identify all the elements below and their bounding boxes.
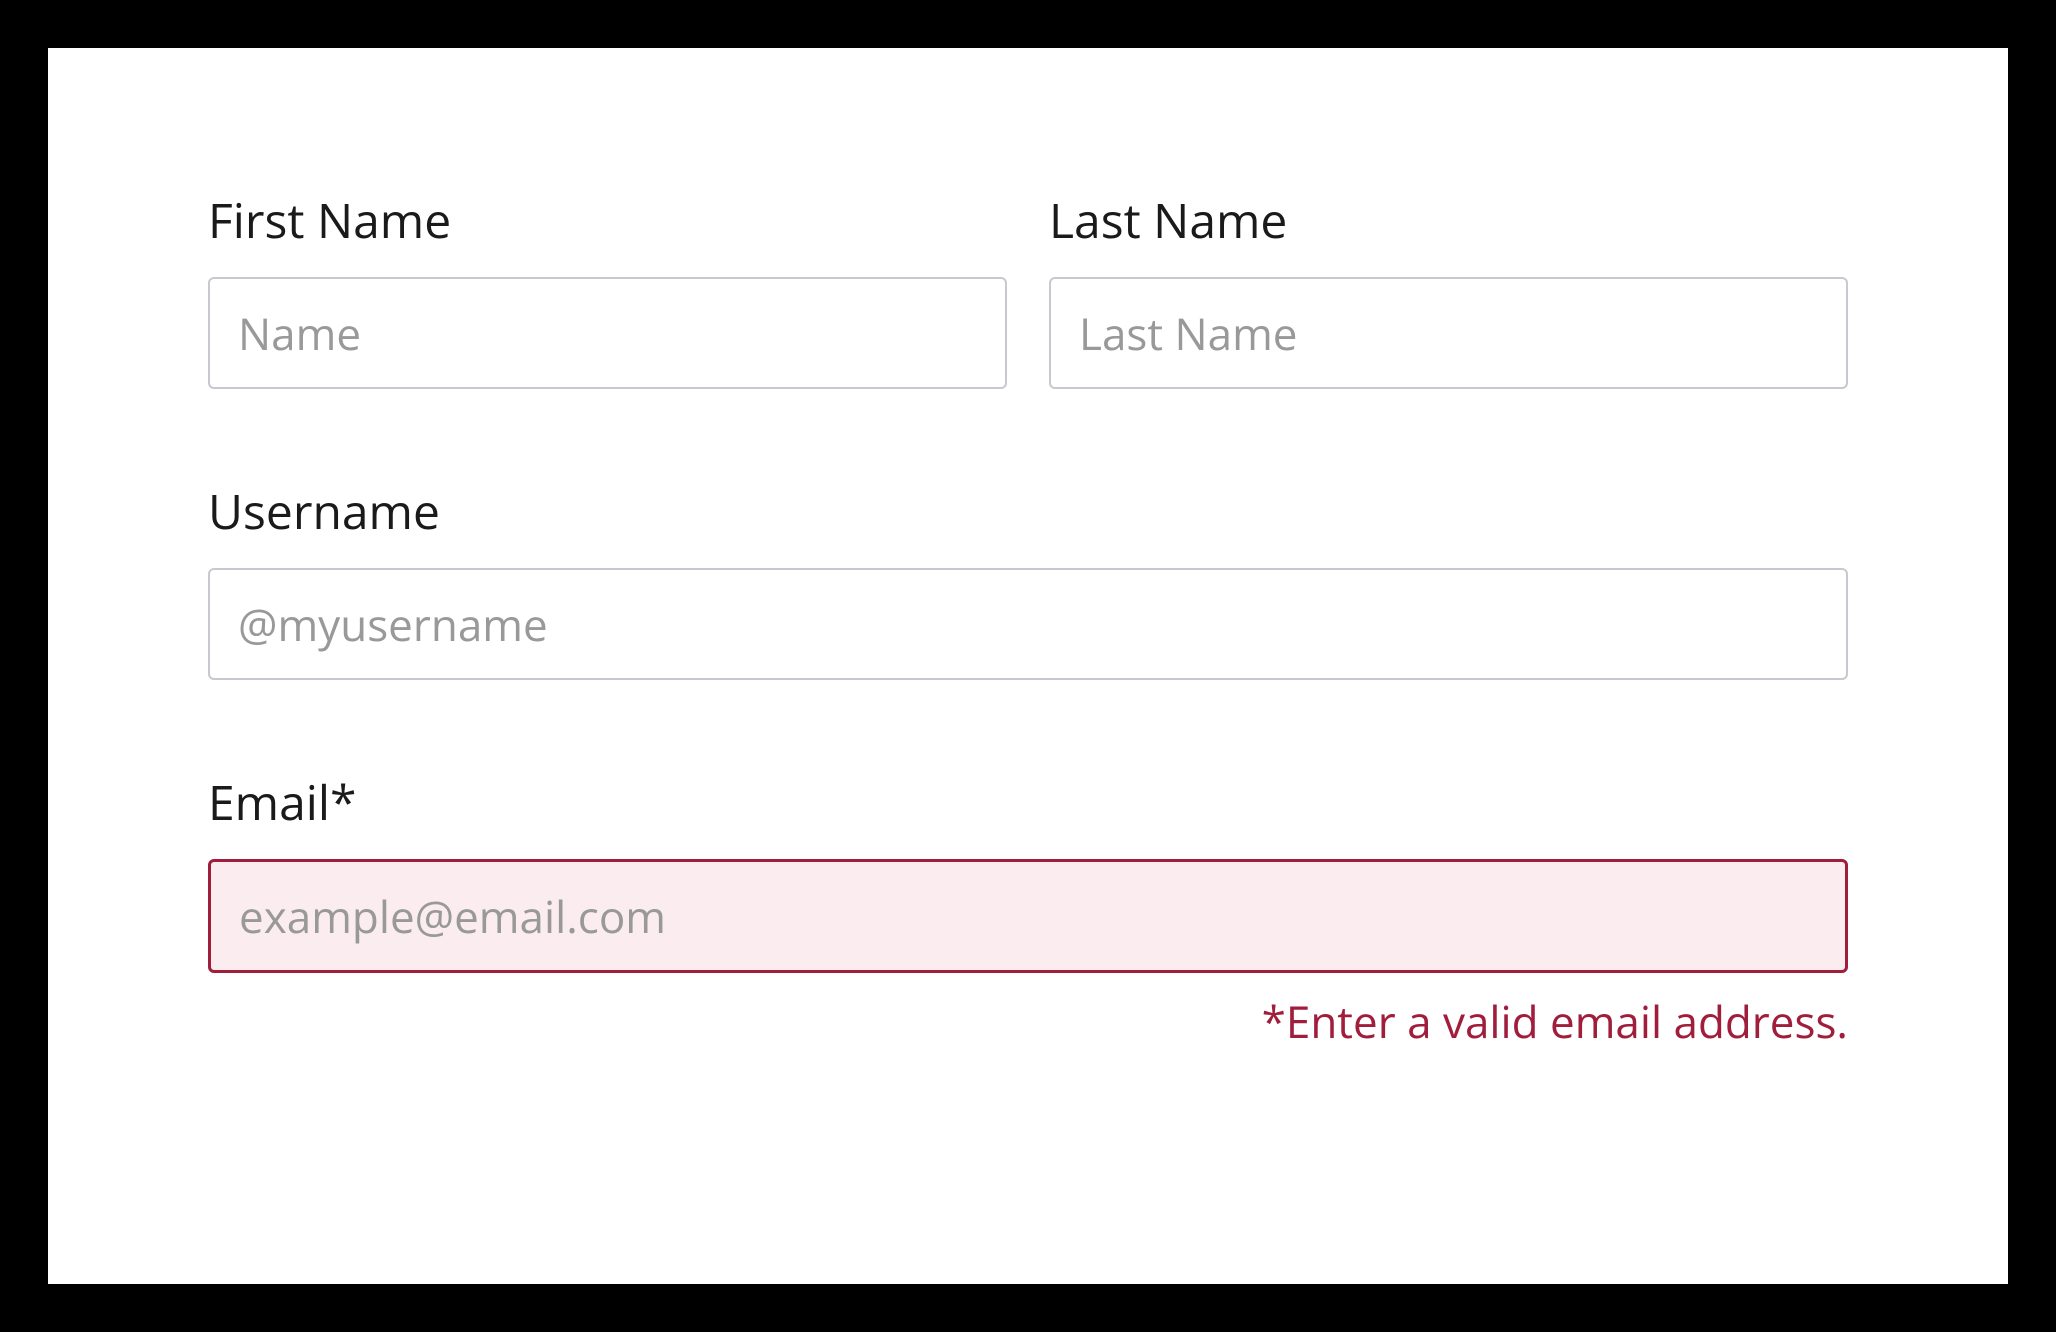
email-input[interactable] xyxy=(208,859,1848,973)
last-name-input[interactable] xyxy=(1049,277,1848,389)
username-row: Username xyxy=(208,479,1848,680)
form-container: First Name Last Name Username Email* *En… xyxy=(48,48,2008,1284)
email-row: Email* *Enter a valid email address. xyxy=(208,770,1848,1051)
last-name-label: Last Name xyxy=(1049,188,1848,253)
last-name-group: Last Name xyxy=(1049,188,1848,389)
first-name-input[interactable] xyxy=(208,277,1007,389)
first-name-group: First Name xyxy=(208,188,1007,389)
email-error-message: *Enter a valid email address. xyxy=(208,991,1848,1051)
email-label: Email* xyxy=(208,770,1848,835)
username-input[interactable] xyxy=(208,568,1848,680)
email-group: Email* *Enter a valid email address. xyxy=(208,770,1848,1051)
first-name-label: First Name xyxy=(208,188,1007,253)
username-group: Username xyxy=(208,479,1848,680)
name-row: First Name Last Name xyxy=(208,188,1848,389)
username-label: Username xyxy=(208,479,1848,544)
